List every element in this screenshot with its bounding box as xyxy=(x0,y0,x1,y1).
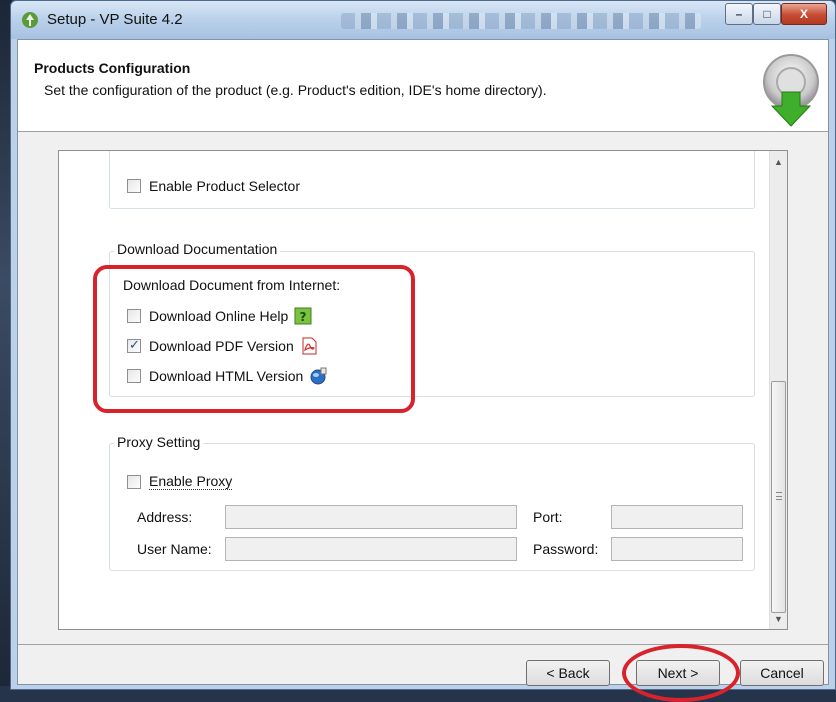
enable-proxy-row[interactable]: Enable Proxy xyxy=(127,473,233,490)
user-name-field[interactable] xyxy=(225,537,517,561)
enable-product-selector-checkbox[interactable] xyxy=(127,179,141,193)
maximize-button[interactable]: □ xyxy=(753,3,781,25)
minimize-button[interactable]: – xyxy=(725,3,753,25)
cancel-button[interactable]: Cancel xyxy=(740,660,824,686)
enable-proxy-checkbox[interactable] xyxy=(127,474,141,489)
download-options-highlight xyxy=(93,265,415,413)
maximize-icon: □ xyxy=(763,7,771,21)
download-documentation-group-label: Download Documentation xyxy=(114,241,281,257)
footer-divider xyxy=(18,644,828,645)
password-label: Password: xyxy=(533,541,599,557)
scroll-up-arrow-icon[interactable]: ▲ xyxy=(770,153,787,170)
title-bar-background xyxy=(341,13,701,29)
proxy-setting-group-label: Proxy Setting xyxy=(114,434,204,450)
enable-proxy-label: Enable Proxy xyxy=(149,473,233,490)
next-button-highlight xyxy=(622,644,740,702)
vertical-scrollbar[interactable]: ▲ ▼ xyxy=(769,151,787,629)
scrollbar-grip-icon xyxy=(776,492,782,500)
scroll-down-arrow-icon[interactable]: ▼ xyxy=(770,610,787,627)
wizard-header: Products Configuration Set the configura… xyxy=(18,40,828,132)
minimize-icon: – xyxy=(735,7,743,21)
scrollbar-thumb[interactable] xyxy=(771,381,786,613)
page-subtitle: Set the configuration of the product (e.… xyxy=(44,82,547,98)
app-icon xyxy=(22,12,38,28)
close-icon: X xyxy=(799,7,808,21)
back-button[interactable]: < Back xyxy=(526,660,610,686)
port-field[interactable] xyxy=(611,505,743,529)
enable-product-selector-row[interactable]: Enable Product Selector xyxy=(127,178,300,194)
address-label: Address: xyxy=(137,509,193,525)
user-name-label: User Name: xyxy=(137,541,212,557)
port-label: Port: xyxy=(533,509,563,525)
title-bar[interactable]: Setup - VP Suite 4.2 – □ X xyxy=(11,1,835,39)
password-field[interactable] xyxy=(611,537,743,561)
page-title: Products Configuration xyxy=(34,60,191,76)
installer-logo-icon xyxy=(763,54,819,127)
dialog-client-area: Products Configuration Set the configura… xyxy=(17,39,829,702)
options-scroll-panel[interactable]: Enable Product Selector Download Documen… xyxy=(58,150,788,630)
close-button[interactable]: X xyxy=(781,3,827,25)
window-title: Setup - VP Suite 4.2 xyxy=(47,11,183,28)
address-field[interactable] xyxy=(225,505,517,529)
setup-window: Setup - VP Suite 4.2 – □ X Products Conf… xyxy=(10,0,836,702)
enable-product-selector-label: Enable Product Selector xyxy=(149,178,300,194)
